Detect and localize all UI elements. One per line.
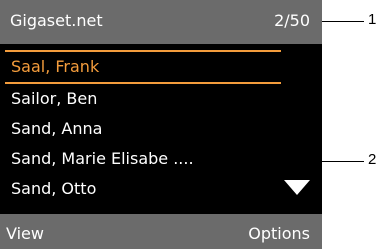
list-item[interactable]: Sailor, Ben <box>5 86 281 112</box>
entry-counter: 2/50 <box>274 11 310 30</box>
callout-number-1: 1 <box>368 11 377 28</box>
list-item[interactable]: Sand, Otto <box>5 176 281 202</box>
list-item[interactable]: Sand, Marie Elisabe .... <box>5 146 281 172</box>
directory-title: Gigaset.net <box>10 11 103 30</box>
list-item-selected[interactable]: Saal, Frank <box>5 50 281 84</box>
list-item[interactable]: Sand, Anna <box>5 116 281 142</box>
callout-number-2: 2 <box>368 151 377 168</box>
header-bar: Gigaset.net 2/50 <box>0 0 322 44</box>
phone-screen: Gigaset.net 2/50 Saal, Frank Sailor, Ben… <box>0 0 322 249</box>
callout-line-2 <box>322 161 364 162</box>
callout-line-1 <box>322 21 364 22</box>
view-softkey[interactable]: View <box>6 224 44 243</box>
softkey-bar: View Options <box>0 214 322 249</box>
options-softkey[interactable]: Options <box>248 224 310 243</box>
triangle-down-icon <box>284 180 310 195</box>
